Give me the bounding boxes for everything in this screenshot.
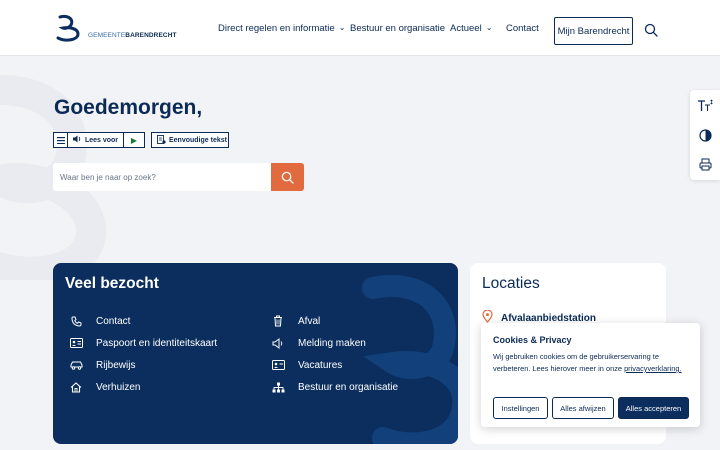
nav-label: Bestuur en organisatie xyxy=(350,22,446,34)
popular-link-label: Melding maken xyxy=(298,337,366,349)
logo-text: GEMEENTEBARENDRECHT xyxy=(88,32,177,39)
badge-icon xyxy=(271,358,285,372)
locations-title: Locaties xyxy=(482,275,540,292)
menu-icon[interactable] xyxy=(54,133,68,147)
nav-label: Contact xyxy=(506,22,539,34)
speaker-icon xyxy=(72,135,82,145)
simple-text-button[interactable]: Eenvoudige tekst xyxy=(151,132,229,148)
org-chart-icon xyxy=(271,380,285,394)
document-icon xyxy=(157,134,166,146)
popular-link-melding[interactable]: Melding maken xyxy=(271,336,366,350)
read-aloud-label: Lees voor xyxy=(84,136,119,144)
popular-link-label: Rijbewijs xyxy=(96,359,136,371)
megaphone-icon xyxy=(271,336,285,350)
popular-link-paspoort[interactable]: Paspoort en identiteitskaart xyxy=(69,336,217,350)
trash-icon xyxy=(271,314,285,328)
popular-link-label: Bestuur en organisatie xyxy=(298,381,399,393)
print-icon[interactable] xyxy=(697,156,713,172)
search-icon xyxy=(281,171,294,184)
popular-link-rijbewijs[interactable]: Rijbewijs xyxy=(69,358,135,372)
play-icon[interactable]: ▶ xyxy=(124,133,144,147)
read-aloud-button[interactable]: Lees voor xyxy=(68,133,124,147)
nav-direct-regelen[interactable]: Direct regelen en informatie ⌄ xyxy=(218,0,345,56)
cookie-buttons: Instellingen Alles afwijzen Alles accept… xyxy=(493,397,689,419)
chevron-down-icon: ⌄ xyxy=(338,22,346,32)
accessibility-toolbar xyxy=(690,90,720,180)
search-icon[interactable] xyxy=(644,23,658,37)
privacy-link[interactable]: privacyverklaring. xyxy=(624,364,682,373)
popular-link-label: Afval xyxy=(298,315,321,327)
nav-label: Direct regelen en informatie xyxy=(218,22,335,34)
logo-name: BARENDRECHT xyxy=(125,32,177,39)
id-card-icon xyxy=(69,336,83,350)
popular-link-verhuizen[interactable]: Verhuizen xyxy=(69,380,140,394)
search-input[interactable] xyxy=(53,163,271,191)
chevron-down-icon: ⌄ xyxy=(485,22,493,32)
location-label: Afvalaanbiedstation xyxy=(501,312,597,324)
car-icon xyxy=(69,358,83,372)
cookie-banner: Cookies & Privacy Wij gebruiken cookies … xyxy=(481,323,700,427)
popular-link-label: Contact xyxy=(96,315,131,327)
search-submit-button[interactable] xyxy=(271,163,304,191)
logo-decoration xyxy=(362,275,458,444)
simple-text-label: Eenvoudige tekst xyxy=(169,136,227,144)
cookie-text: Wij gebruiken cookies om de gebruikerser… xyxy=(493,351,688,375)
popular-card: Veel bezocht Contact Paspoort en identit… xyxy=(53,263,458,444)
nav-label: Actueel xyxy=(450,22,482,34)
cookie-settings-button[interactable]: Instellingen xyxy=(493,397,548,419)
text-size-icon[interactable] xyxy=(697,98,713,114)
popular-link-label: Verhuizen xyxy=(96,381,141,393)
site-logo[interactable]: GEMEENTEBARENDRECHT xyxy=(54,14,177,42)
greeting-heading: Goedemorgen, xyxy=(54,96,203,119)
cookie-accept-button[interactable]: Alles accepteren xyxy=(618,397,689,419)
popular-title: Veel bezocht xyxy=(65,275,159,292)
popular-link-afval[interactable]: Afval xyxy=(271,314,320,328)
nav-contact[interactable]: Contact xyxy=(506,0,539,56)
nav-actueel[interactable]: Actueel ⌄ xyxy=(450,0,492,56)
popular-link-vacatures[interactable]: Vacatures xyxy=(271,358,342,372)
logo-b-icon xyxy=(56,15,80,42)
mijn-barendrecht-button[interactable]: Mijn Barendrecht xyxy=(554,17,633,45)
search-bar xyxy=(53,163,304,191)
popular-link-label: Vacatures xyxy=(298,359,343,371)
popular-link-label: Paspoort en identiteitskaart xyxy=(96,337,218,349)
readspeaker-bar: Lees voor ▶ xyxy=(53,132,145,148)
logo-prefix: GEMEENTE xyxy=(88,32,126,39)
cookie-title: Cookies & Privacy xyxy=(493,335,572,345)
site-header: GEMEENTEBARENDRECHT Direct regelen en in… xyxy=(0,0,720,56)
popular-link-bestuur[interactable]: Bestuur en organisatie xyxy=(271,380,398,394)
cookie-reject-button[interactable]: Alles afwijzen xyxy=(552,397,614,419)
phone-icon xyxy=(69,314,83,328)
popular-link-contact[interactable]: Contact xyxy=(69,314,130,328)
nav-bestuur[interactable]: Bestuur en organisatie xyxy=(350,0,445,56)
contrast-icon[interactable] xyxy=(697,127,713,143)
home-icon xyxy=(69,380,83,394)
